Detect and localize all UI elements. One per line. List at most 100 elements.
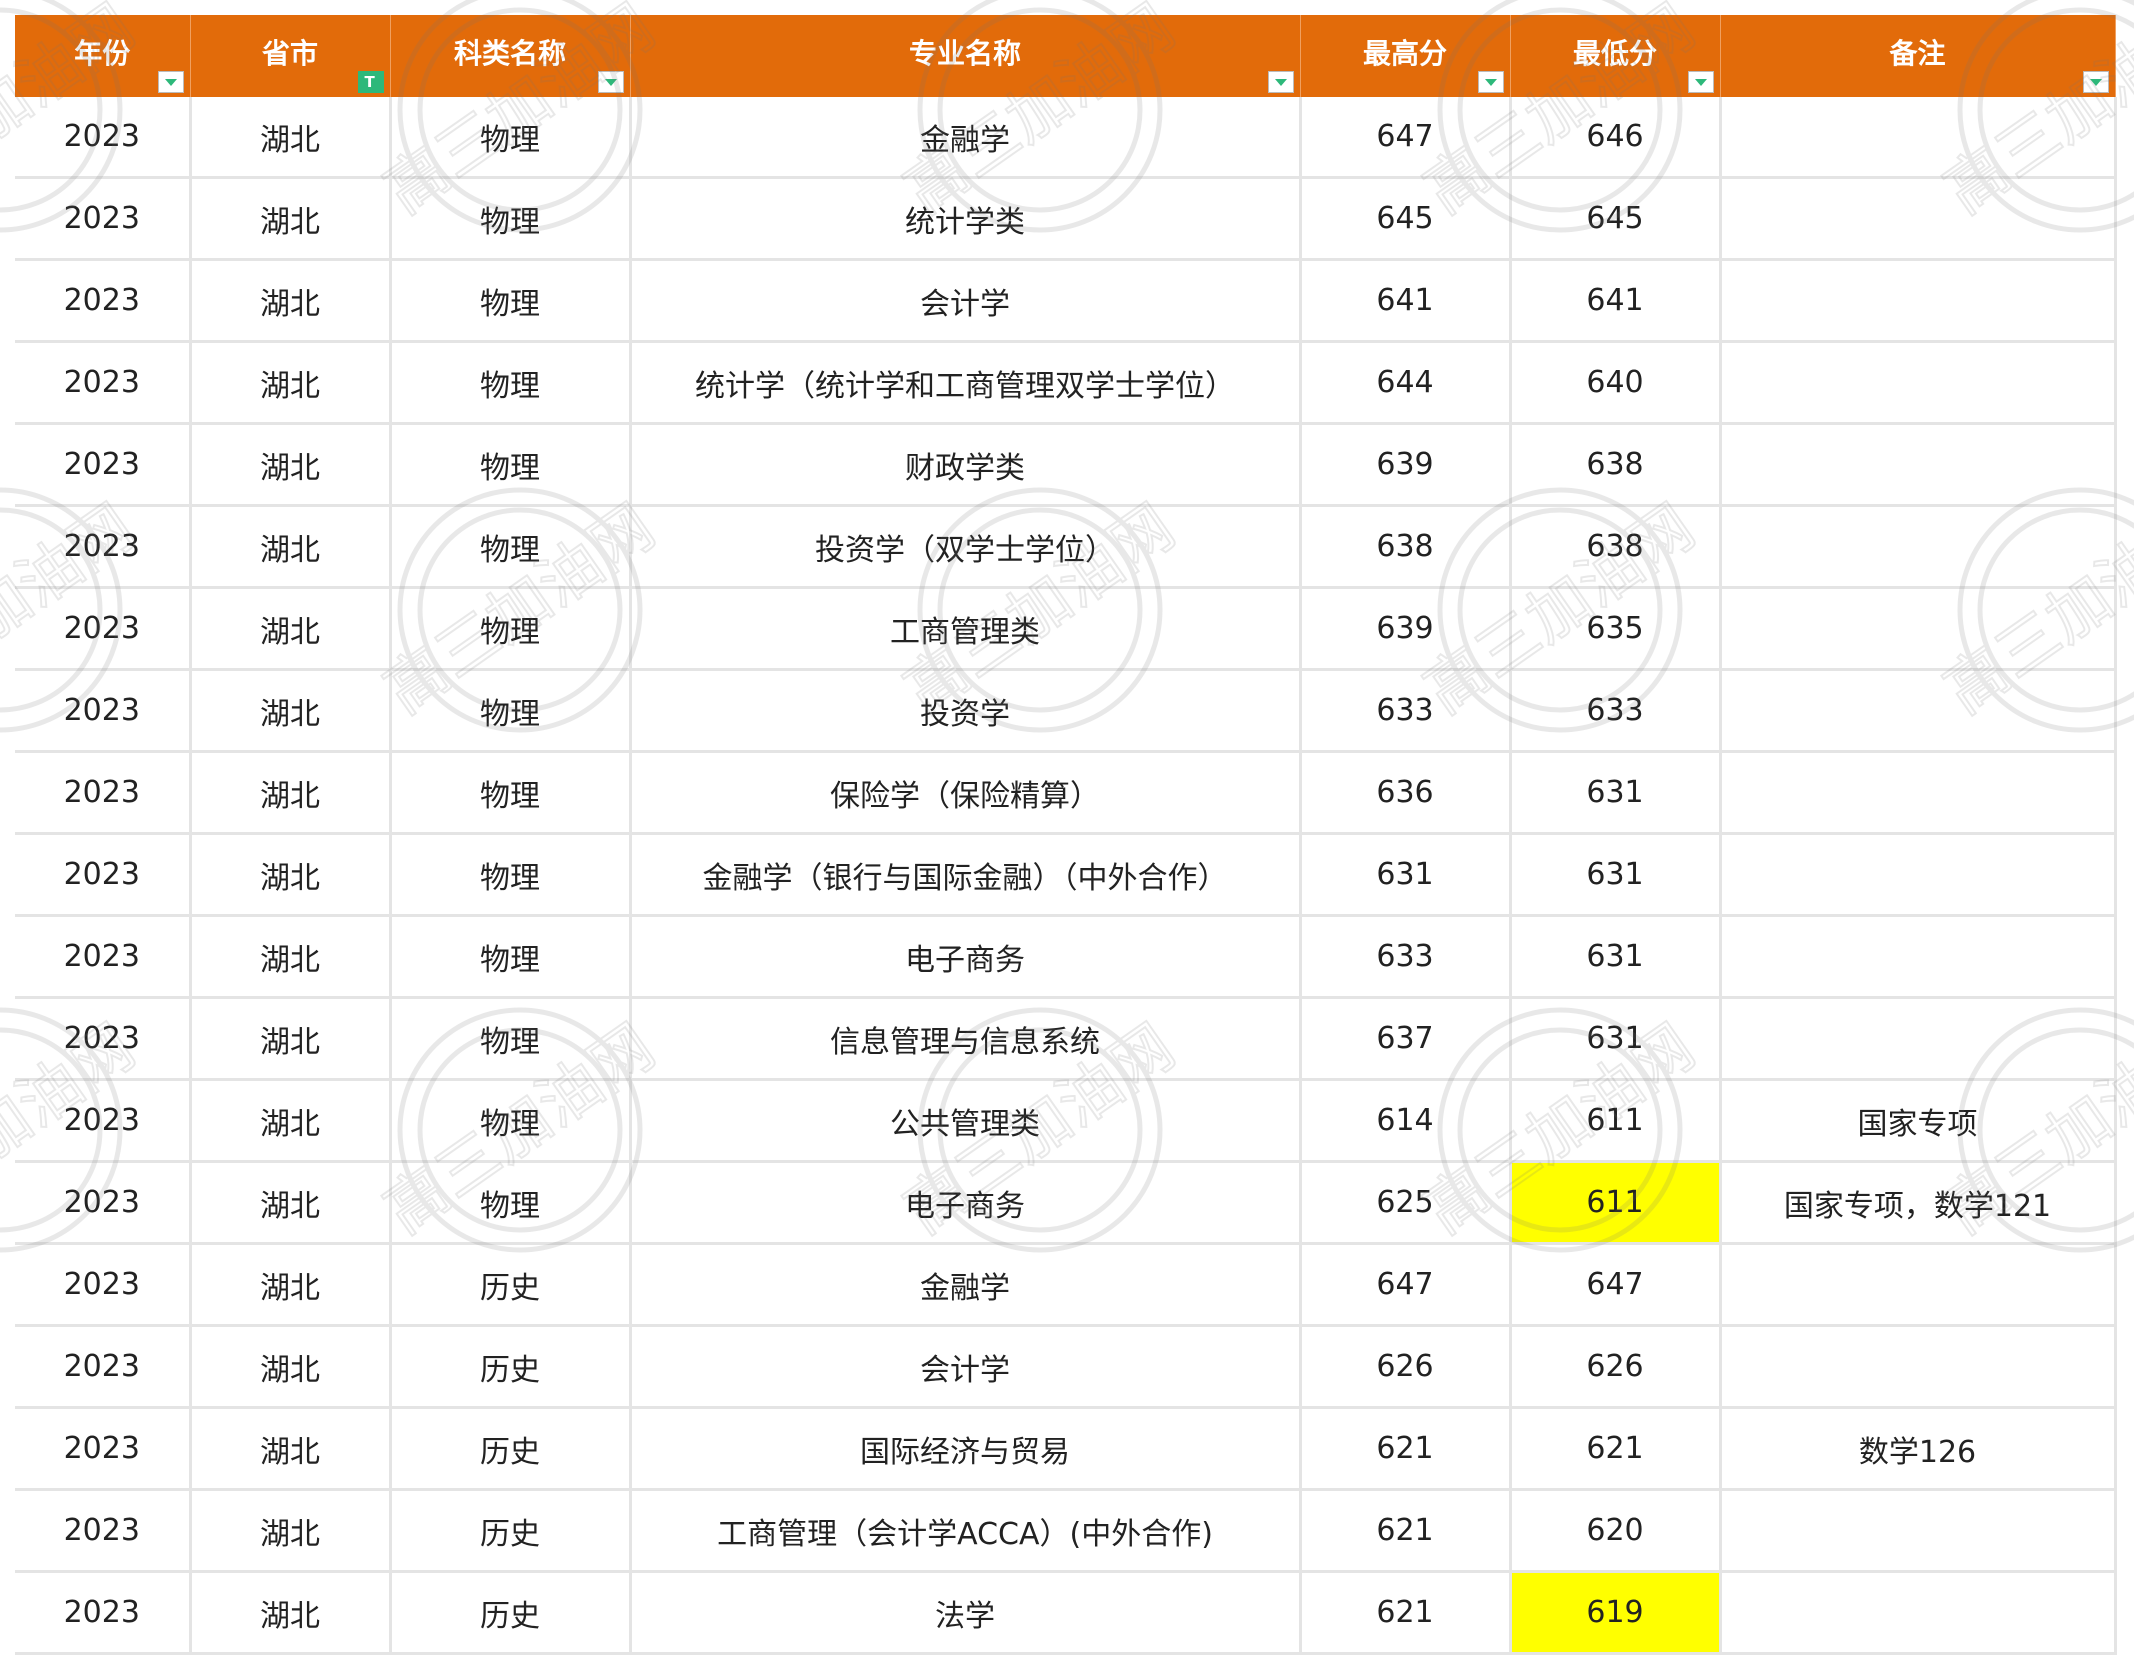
cell-major-name[interactable]: 统计学（统计学和工商管理双学士学位） — [630, 341, 1302, 425]
cell-province[interactable]: 湖北 — [190, 1407, 392, 1491]
cell-min-score[interactable]: 611 — [1510, 1161, 1722, 1245]
cell-subject-category[interactable]: 物理 — [390, 669, 632, 753]
cell-remark[interactable] — [1720, 259, 2117, 343]
cell-province[interactable]: 湖北 — [190, 669, 392, 753]
cell-min-score[interactable]: 646 — [1510, 97, 1722, 179]
cell-year[interactable]: 2023 — [15, 1325, 192, 1409]
cell-subject-category[interactable]: 物理 — [390, 833, 632, 917]
cell-province[interactable]: 湖北 — [190, 751, 392, 835]
cell-year[interactable]: 2023 — [15, 997, 192, 1081]
cell-subject-category[interactable]: 物理 — [390, 97, 632, 179]
cell-remark[interactable] — [1720, 97, 2117, 179]
cell-max-score[interactable]: 644 — [1300, 341, 1512, 425]
cell-max-score[interactable]: 641 — [1300, 259, 1512, 343]
cell-province[interactable]: 湖北 — [190, 1161, 392, 1245]
cell-year[interactable]: 2023 — [15, 259, 192, 343]
cell-subject-category[interactable]: 物理 — [390, 587, 632, 671]
cell-min-score[interactable]: 645 — [1510, 177, 1722, 261]
cell-remark[interactable] — [1720, 1489, 2117, 1573]
cell-major-name[interactable]: 金融学 — [630, 97, 1302, 179]
cell-min-score[interactable]: 638 — [1510, 505, 1722, 589]
cell-max-score[interactable]: 645 — [1300, 177, 1512, 261]
cell-year[interactable]: 2023 — [15, 1161, 192, 1245]
cell-max-score[interactable]: 637 — [1300, 997, 1512, 1081]
cell-year[interactable]: 2023 — [15, 1571, 192, 1655]
cell-year[interactable]: 2023 — [15, 97, 192, 179]
cell-min-score[interactable]: 621 — [1510, 1407, 1722, 1491]
cell-year[interactable]: 2023 — [15, 177, 192, 261]
cell-year[interactable]: 2023 — [15, 341, 192, 425]
cell-subject-category[interactable]: 物理 — [390, 177, 632, 261]
cell-year[interactable]: 2023 — [15, 833, 192, 917]
cell-max-score[interactable]: 621 — [1300, 1489, 1512, 1573]
cell-max-score[interactable]: 639 — [1300, 587, 1512, 671]
cell-year[interactable]: 2023 — [15, 423, 192, 507]
cell-remark[interactable] — [1720, 669, 2117, 753]
cell-min-score[interactable]: 631 — [1510, 915, 1722, 999]
cell-province[interactable]: 湖北 — [190, 97, 392, 179]
cell-year[interactable]: 2023 — [15, 1243, 192, 1327]
cell-remark[interactable]: 国家专项 — [1720, 1079, 2117, 1163]
cell-province[interactable]: 湖北 — [190, 1325, 392, 1409]
cell-remark[interactable] — [1720, 1325, 2117, 1409]
cell-max-score[interactable]: 633 — [1300, 669, 1512, 753]
cell-year[interactable]: 2023 — [15, 1489, 192, 1573]
filter-dropdown-icon[interactable] — [1267, 71, 1294, 93]
cell-min-score[interactable]: 635 — [1510, 587, 1722, 671]
cell-subject-category[interactable]: 物理 — [390, 751, 632, 835]
filter-dropdown-icon[interactable] — [1687, 71, 1714, 93]
cell-remark[interactable]: 数学126 — [1720, 1407, 2117, 1491]
cell-remark[interactable] — [1720, 177, 2117, 261]
cell-major-name[interactable]: 工商管理类 — [630, 587, 1302, 671]
cell-max-score[interactable]: 614 — [1300, 1079, 1512, 1163]
cell-remark[interactable] — [1720, 1571, 2117, 1655]
cell-year[interactable]: 2023 — [15, 1079, 192, 1163]
cell-min-score[interactable]: 633 — [1510, 669, 1722, 753]
cell-subject-category[interactable]: 物理 — [390, 423, 632, 507]
cell-subject-category[interactable]: 历史 — [390, 1243, 632, 1327]
cell-province[interactable]: 湖北 — [190, 1571, 392, 1655]
cell-max-score[interactable]: 638 — [1300, 505, 1512, 589]
cell-major-name[interactable]: 电子商务 — [630, 1161, 1302, 1245]
cell-max-score[interactable]: 625 — [1300, 1161, 1512, 1245]
cell-province[interactable]: 湖北 — [190, 587, 392, 671]
cell-subject-category[interactable]: 历史 — [390, 1571, 632, 1655]
cell-max-score[interactable]: 631 — [1300, 833, 1512, 917]
cell-year[interactable]: 2023 — [15, 505, 192, 589]
cell-remark[interactable] — [1720, 1243, 2117, 1327]
filter-active-icon[interactable] — [357, 71, 384, 93]
filter-dropdown-icon[interactable] — [157, 71, 184, 93]
cell-year[interactable]: 2023 — [15, 915, 192, 999]
cell-min-score[interactable]: 631 — [1510, 751, 1722, 835]
cell-major-name[interactable]: 会计学 — [630, 1325, 1302, 1409]
cell-min-score[interactable]: 631 — [1510, 833, 1722, 917]
cell-province[interactable]: 湖北 — [190, 177, 392, 261]
cell-min-score[interactable]: 626 — [1510, 1325, 1722, 1409]
cell-province[interactable]: 湖北 — [190, 1489, 392, 1573]
cell-max-score[interactable]: 633 — [1300, 915, 1512, 999]
cell-max-score[interactable]: 621 — [1300, 1407, 1512, 1491]
cell-remark[interactable] — [1720, 833, 2117, 917]
cell-major-name[interactable]: 信息管理与信息系统 — [630, 997, 1302, 1081]
cell-subject-category[interactable]: 物理 — [390, 1079, 632, 1163]
cell-major-name[interactable]: 统计学类 — [630, 177, 1302, 261]
cell-subject-category[interactable]: 物理 — [390, 915, 632, 999]
cell-min-score[interactable]: 647 — [1510, 1243, 1722, 1327]
cell-remark[interactable] — [1720, 341, 2117, 425]
cell-major-name[interactable]: 会计学 — [630, 259, 1302, 343]
cell-major-name[interactable]: 金融学 — [630, 1243, 1302, 1327]
cell-remark[interactable] — [1720, 423, 2117, 507]
cell-province[interactable]: 湖北 — [190, 1079, 392, 1163]
cell-year[interactable]: 2023 — [15, 751, 192, 835]
cell-province[interactable]: 湖北 — [190, 341, 392, 425]
cell-remark[interactable] — [1720, 997, 2117, 1081]
cell-year[interactable]: 2023 — [15, 587, 192, 671]
cell-major-name[interactable]: 保险学（保险精算） — [630, 751, 1302, 835]
cell-subject-category[interactable]: 历史 — [390, 1325, 632, 1409]
cell-major-name[interactable]: 工商管理（会计学ACCA）(中外合作) — [630, 1489, 1302, 1573]
cell-min-score[interactable]: 620 — [1510, 1489, 1722, 1573]
cell-max-score[interactable]: 626 — [1300, 1325, 1512, 1409]
cell-min-score[interactable]: 631 — [1510, 997, 1722, 1081]
cell-max-score[interactable]: 639 — [1300, 423, 1512, 507]
filter-dropdown-icon[interactable] — [1477, 71, 1504, 93]
